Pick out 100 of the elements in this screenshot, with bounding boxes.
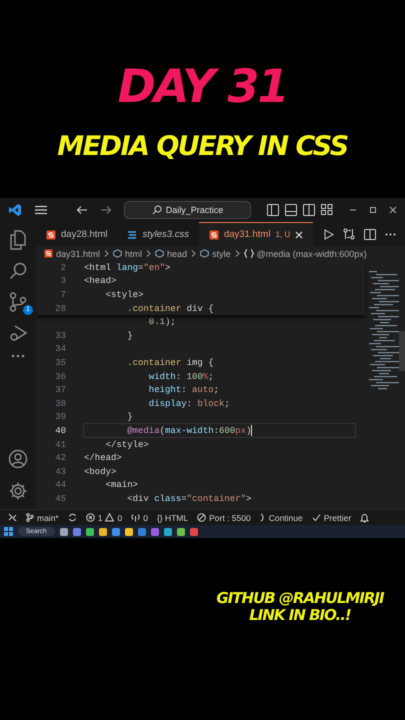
css-file-icon xyxy=(127,230,138,240)
line-number: 40 xyxy=(54,426,67,436)
code-line: <style> xyxy=(104,290,144,300)
breadcrumb-item[interactable]: head xyxy=(167,248,188,258)
problems-status[interactable]: 1 0 xyxy=(86,512,122,522)
line-number: 45 xyxy=(54,494,67,504)
app-logo-icon xyxy=(8,203,22,217)
editor-tab[interactable]: day31.html 1, U xyxy=(198,222,314,246)
more-icon[interactable] xyxy=(11,354,25,358)
code-line: <main> xyxy=(104,480,138,490)
line-number: 43 xyxy=(54,466,67,477)
line-number: 37 xyxy=(54,385,67,396)
promo-text: GITHUB @RAHULMIRJI xyxy=(216,590,384,607)
search-icon[interactable] xyxy=(9,262,27,280)
run-debug-icon[interactable] xyxy=(9,324,27,342)
headline: DAY 31 xyxy=(118,60,288,112)
maximize-icon[interactable] xyxy=(369,206,377,214)
element-icon xyxy=(200,249,210,258)
line-number: 3 xyxy=(60,276,67,286)
text-cursor xyxy=(251,425,252,436)
windows-start-icon[interactable] xyxy=(4,527,13,536)
back-arrow-icon[interactable] xyxy=(76,205,88,215)
element-icon xyxy=(113,249,122,258)
element-icon xyxy=(155,249,164,258)
prettier-status[interactable]: Prettier xyxy=(312,512,352,522)
account-icon[interactable] xyxy=(8,449,28,469)
layout-icons-drawing[interactable] xyxy=(267,204,333,216)
error-icon xyxy=(86,513,95,522)
explorer-icon[interactable] xyxy=(9,230,27,250)
code-line: width: 100%; xyxy=(148,372,214,382)
taskbar-app-icon[interactable] xyxy=(124,528,133,536)
taskbar-app-icon[interactable] xyxy=(190,528,198,536)
branch-icon xyxy=(26,513,34,522)
chevron-icon xyxy=(191,250,196,257)
line-number: 7 xyxy=(60,290,67,300)
line-number: 33 xyxy=(54,330,67,341)
run-icon[interactable] xyxy=(324,228,334,240)
line-number: 2 xyxy=(60,262,67,273)
editor-tab[interactable]: day28.html xyxy=(36,222,118,246)
line-number: 38 xyxy=(54,398,67,409)
continue-status[interactable]: Continue xyxy=(260,512,303,522)
chevron-icon xyxy=(234,250,240,257)
source-control-icon[interactable] xyxy=(9,292,27,312)
taskbar-app-icon[interactable] xyxy=(86,528,94,536)
breadcrumb-item[interactable]: @media (max-width:600px) xyxy=(256,248,367,258)
chevron-icon xyxy=(104,250,110,257)
taskbar-app-icon[interactable] xyxy=(138,528,146,536)
command-search-field[interactable]: Daily_Practice xyxy=(124,201,251,219)
html-file-icon xyxy=(44,249,53,258)
code-line: </style> xyxy=(104,440,149,450)
html-file-icon xyxy=(208,230,219,240)
scrollbar-thumb[interactable] xyxy=(399,331,405,371)
remote-icon[interactable] xyxy=(8,513,17,522)
close-icon[interactable] xyxy=(389,206,397,214)
settings-icon[interactable] xyxy=(8,481,28,501)
menu-icon[interactable] xyxy=(34,205,48,215)
code-line: .container div { xyxy=(126,304,214,314)
search-icon xyxy=(152,205,162,215)
code-line: <div class="container"> xyxy=(126,494,252,504)
taskbar-app-icon[interactable] xyxy=(112,528,120,536)
warning-icon xyxy=(105,513,114,522)
blocked-icon xyxy=(197,513,206,522)
code-line: } xyxy=(126,330,133,341)
code-line: height: auto; xyxy=(148,385,220,396)
live-server-status[interactable]: Port : 5500 xyxy=(197,512,251,522)
bell-icon[interactable] xyxy=(360,512,370,522)
ports-status[interactable]: 0 xyxy=(131,512,148,522)
compare-changes-icon[interactable] xyxy=(343,228,355,240)
breadcrumb-item[interactable]: html xyxy=(125,248,142,258)
promo-text: LINK IN BIO..! xyxy=(249,607,351,624)
taskbar-app-icon[interactable] xyxy=(164,528,172,536)
taskbar-app-icon[interactable] xyxy=(72,528,81,536)
line-number: 44 xyxy=(54,480,67,490)
chevron-icon xyxy=(146,250,152,257)
code-line: <body> xyxy=(84,466,116,477)
code-line: .container img { xyxy=(126,358,214,368)
sync-icon[interactable] xyxy=(68,513,77,522)
language-status[interactable]: {} HTML xyxy=(156,512,188,522)
line-number: 35 xyxy=(54,358,67,368)
line-number: 39 xyxy=(54,412,67,422)
more-icon[interactable] xyxy=(385,232,396,236)
line-number: 36 xyxy=(54,372,67,382)
code-line: } xyxy=(126,412,133,422)
forward-arrow-icon[interactable] xyxy=(100,205,112,215)
branch-status[interactable]: main* xyxy=(26,512,59,522)
code-line: <head> xyxy=(84,276,116,286)
antenna-icon xyxy=(131,513,140,522)
editor-tab[interactable]: styles3.css xyxy=(117,222,199,246)
code-line: 0.1); xyxy=(148,317,176,328)
taskbar-app-icon[interactable] xyxy=(98,528,107,536)
subtitle: MEDIA QUERY IN CSS xyxy=(57,130,348,164)
breadcrumb-item[interactable]: style xyxy=(212,248,231,258)
tab-status: 1, U xyxy=(275,230,290,239)
taskbar-app-icon[interactable] xyxy=(176,528,185,536)
html-file-icon xyxy=(46,230,56,240)
breadcrumb-item[interactable]: day31.html xyxy=(56,248,100,258)
taskbar-app-icon[interactable] xyxy=(60,528,68,536)
line-number: 28 xyxy=(54,304,67,314)
line-number: 41 xyxy=(54,440,67,450)
split-editor-icon[interactable] xyxy=(364,228,376,240)
